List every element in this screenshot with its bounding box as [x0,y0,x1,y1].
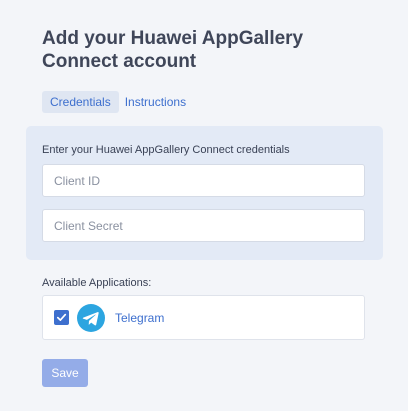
tab-bar: Credentials Instructions [42,91,192,113]
telegram-checkbox[interactable] [54,310,69,325]
client-id-field[interactable] [42,164,365,197]
save-button[interactable]: Save [42,359,88,387]
available-applications-label: Available Applications: [42,277,152,289]
telegram-app-name[interactable]: Telegram [115,311,164,325]
tab-instructions[interactable]: Instructions [119,91,192,113]
credentials-panel: Enter your Huawei AppGallery Connect cre… [26,126,383,260]
client-secret-field[interactable] [42,209,365,242]
tab-credentials[interactable]: Credentials [42,91,119,113]
credentials-prompt: Enter your Huawei AppGallery Connect cre… [42,144,290,156]
list-item: Telegram [43,296,364,339]
telegram-icon [77,303,105,332]
check-icon [56,313,67,321]
applications-list: Telegram [42,295,365,340]
page-title: Add your Huawei AppGallery Connect accou… [42,28,304,72]
